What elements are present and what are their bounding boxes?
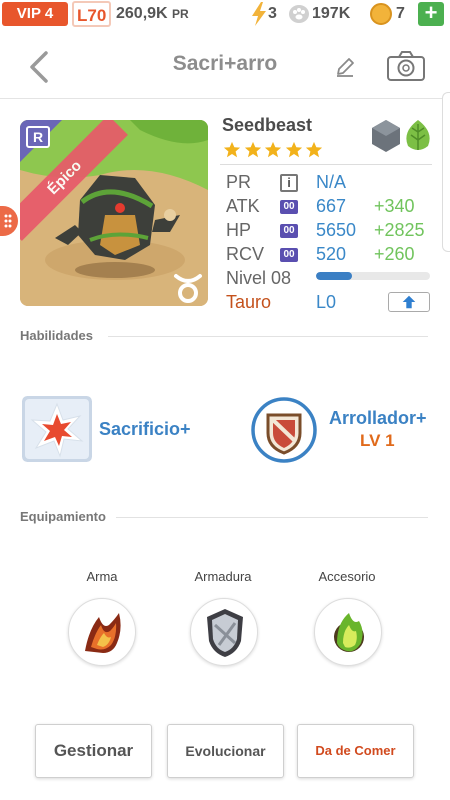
stat-value: N/A bbox=[316, 172, 347, 192]
trample-skill-icon[interactable] bbox=[251, 397, 317, 463]
stat-label: PR bbox=[226, 172, 252, 192]
vip-badge[interactable]: VIP 4 bbox=[2, 2, 68, 26]
stat-bonus: +260 bbox=[374, 244, 415, 264]
food-count: 197K bbox=[312, 5, 351, 22]
star-icon bbox=[264, 141, 282, 158]
star-icon bbox=[285, 141, 302, 158]
equipment-title: Equipamiento bbox=[20, 509, 106, 524]
sacrifice-skill-name[interactable]: Sacrificio+ bbox=[99, 419, 191, 440]
side-menu-dots-icon[interactable] bbox=[0, 206, 18, 236]
stat-label: RCV bbox=[226, 244, 265, 264]
header-divider bbox=[0, 98, 450, 99]
level-label: Nivel 08 bbox=[226, 268, 292, 288]
gold-count: 7 bbox=[396, 5, 405, 22]
stat-value: 5650 bbox=[316, 220, 357, 240]
stats-divider bbox=[220, 164, 432, 165]
star-icon bbox=[244, 141, 261, 158]
abilities-title: Habilidades bbox=[20, 328, 93, 343]
stat-badge: 00 bbox=[280, 248, 298, 262]
food-paw-icon bbox=[289, 5, 309, 23]
stat-bonus: +2825 bbox=[374, 220, 425, 240]
stat-label: HP bbox=[226, 220, 252, 240]
monster-portrait[interactable]: Épico R bbox=[20, 120, 208, 306]
accessory-slot[interactable] bbox=[314, 598, 382, 666]
pr-balance: 260,9K PR bbox=[116, 1, 189, 27]
rock-element-icon bbox=[372, 120, 400, 152]
r-badge: R bbox=[26, 126, 50, 148]
leaf-element-icon bbox=[406, 120, 430, 150]
pr-amount: 260,9K bbox=[116, 5, 168, 22]
abilities-divider bbox=[108, 336, 428, 337]
star-icon bbox=[305, 141, 323, 158]
energy-bolt-icon bbox=[252, 2, 266, 26]
level-progress-bar bbox=[316, 272, 430, 280]
camera-icon[interactable] bbox=[386, 50, 426, 82]
taurus-sign-icon bbox=[174, 274, 202, 303]
sign-label: Tauro bbox=[226, 292, 272, 312]
level-progress-fill bbox=[316, 272, 353, 280]
evolve-button[interactable]: Evolucionar bbox=[167, 724, 284, 778]
green-flame-accessory-icon bbox=[334, 613, 364, 652]
weapon-slot[interactable] bbox=[68, 598, 136, 666]
stat-value: 667 bbox=[316, 196, 347, 216]
monster-name: Seedbeast bbox=[222, 115, 313, 135]
star-icon bbox=[223, 141, 241, 158]
stat-badge: 00 bbox=[280, 200, 298, 214]
pr-unit: PR bbox=[172, 7, 189, 21]
accessory-slot-label: Accesorio bbox=[318, 569, 376, 584]
trample-skill-name[interactable]: Arrollador+ bbox=[329, 408, 427, 429]
fire-claw-weapon-icon bbox=[85, 613, 121, 653]
player-level: L70 bbox=[72, 1, 112, 27]
equipment-divider bbox=[116, 517, 428, 518]
back-chevron-icon[interactable] bbox=[26, 50, 56, 84]
page-title: Sacri+arro bbox=[172, 52, 278, 75]
sign-level: L0 bbox=[316, 292, 337, 312]
side-drawer-handle[interactable] bbox=[442, 92, 450, 252]
stat-bonus: +340 bbox=[374, 196, 415, 216]
armor-slot-label: Armadura bbox=[194, 569, 252, 584]
stat-value: 520 bbox=[316, 244, 347, 264]
trample-skill-level: LV 1 bbox=[360, 431, 395, 450]
silver-shield-armor-icon bbox=[207, 609, 243, 657]
info-icon[interactable]: i bbox=[280, 174, 298, 192]
status-bar: VIP 4 L70 260,9K PR 3 197K 7 + bbox=[0, 0, 450, 28]
manage-button[interactable]: Gestionar bbox=[35, 724, 152, 778]
energy-count: 3 bbox=[268, 5, 277, 22]
stat-badge: 00 bbox=[280, 224, 298, 238]
armor-slot[interactable] bbox=[190, 598, 258, 666]
weapon-slot-label: Arma bbox=[86, 569, 118, 584]
add-currency-button[interactable]: + bbox=[418, 2, 444, 26]
feed-button[interactable]: Da de Comer bbox=[297, 724, 414, 778]
upgrade-arrow-button[interactable] bbox=[388, 292, 430, 312]
sacrifice-skill-icon[interactable] bbox=[22, 396, 92, 462]
stat-label: ATK bbox=[226, 196, 260, 216]
edit-pencil-icon[interactable] bbox=[334, 56, 356, 78]
gold-coin-icon bbox=[370, 3, 392, 25]
